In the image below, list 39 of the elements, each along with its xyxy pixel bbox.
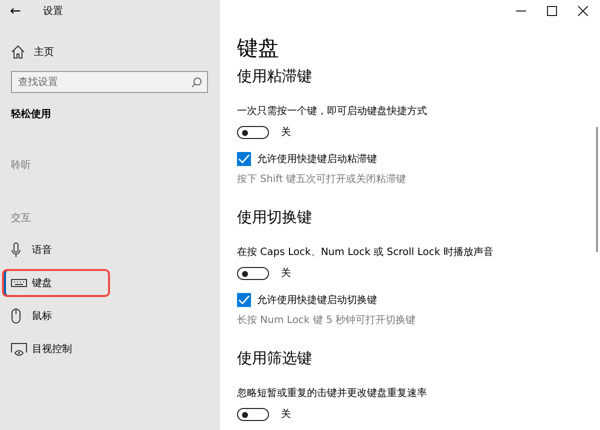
toggle-label: 关 bbox=[281, 266, 291, 280]
hint-text: 长按 Num Lock 键 5 秒钟可打开切换键 bbox=[237, 314, 417, 327]
search-field[interactable]: 查找设置 bbox=[11, 71, 208, 93]
checkbox[interactable] bbox=[237, 152, 251, 166]
setting-description: 一次只需按一个键，即可启动键盘快捷方式 bbox=[237, 104, 428, 118]
back-button[interactable]: ← bbox=[10, 4, 43, 18]
setting-description: 在按 Caps Lock、Num Lock 或 Scroll Lock 时播放声音 bbox=[237, 246, 494, 259]
group-label: 聆听 bbox=[11, 159, 32, 172]
home-item[interactable]: 主页 bbox=[0, 39, 220, 65]
toggle-switch[interactable] bbox=[237, 126, 269, 138]
microphone-icon bbox=[11, 242, 21, 258]
section-heading: 使用粘滞键 bbox=[237, 67, 313, 87]
checkbox[interactable] bbox=[237, 293, 251, 307]
toggle-switch[interactable] bbox=[237, 408, 269, 420]
setting-description: 忽略短暂或重复的击键并更改键盘重复速率 bbox=[237, 386, 428, 400]
hint-text: 按下 Shift 键五次可打开或关闭粘滞键 bbox=[237, 172, 408, 186]
section-heading: 使用筛选键 bbox=[237, 349, 313, 369]
nav-item[interactable]: 鼠标 bbox=[0, 303, 220, 329]
mouse-icon bbox=[11, 308, 21, 324]
checkbox-label: 允许使用快捷键启动切换键 bbox=[257, 294, 377, 307]
search-icon bbox=[191, 77, 202, 88]
eye-monitor-icon bbox=[11, 342, 27, 356]
toggle-switch[interactable] bbox=[237, 266, 269, 280]
category-heading: 轻松使用 bbox=[11, 108, 52, 122]
scrollbar[interactable] bbox=[596, 127, 598, 252]
toggle-label: 关 bbox=[281, 408, 291, 421]
group-label: 交互 bbox=[11, 212, 32, 225]
home-icon bbox=[11, 45, 25, 59]
checkbox-label: 允许使用快捷键启动粘滞键 bbox=[257, 152, 377, 166]
keyboard-icon bbox=[11, 278, 27, 288]
nav-item[interactable]: 键盘 bbox=[3, 270, 109, 296]
window-title: 设置 bbox=[43, 4, 63, 18]
close-button[interactable] bbox=[578, 6, 588, 16]
toggle-label: 关 bbox=[281, 126, 291, 139]
section-heading: 使用切换键 bbox=[237, 208, 313, 228]
nav-item[interactable]: 语音 bbox=[0, 237, 220, 263]
page-title: 键盘 bbox=[237, 35, 280, 62]
maximize-button[interactable] bbox=[547, 6, 557, 16]
nav-item[interactable]: 目视控制 bbox=[0, 336, 220, 362]
